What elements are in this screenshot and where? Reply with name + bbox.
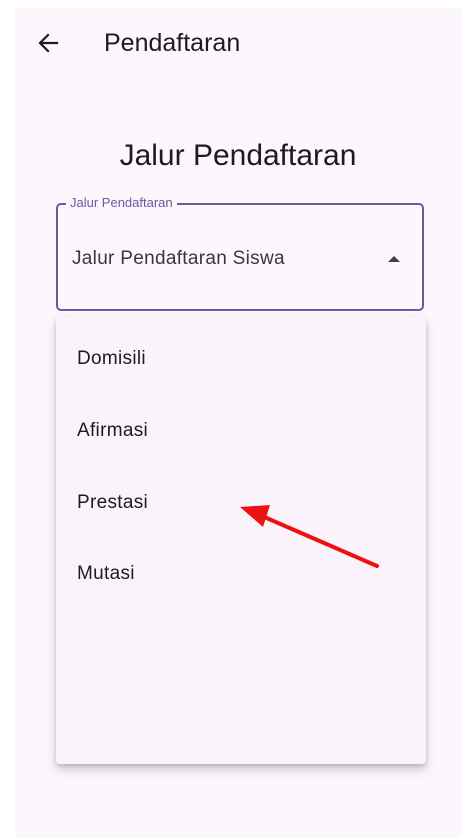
menu-item-label: Prestasi — [77, 492, 149, 513]
caret-up-icon — [388, 256, 400, 262]
menu-item-prestasi[interactable]: Prestasi — [56, 473, 426, 533]
back-button[interactable] — [33, 28, 63, 58]
menu-item-afirmasi[interactable]: Afirmasi — [56, 401, 426, 461]
arrow-left-icon — [38, 33, 59, 53]
dropdown-menu: Domisili Afirmasi Prestasi Mutasi — [56, 316, 426, 764]
app-screen: Pendaftaran Jalur Pendaftaran Jalur Pend… — [15, 8, 461, 838]
dropdown-label: Jalur Pendaftaran — [66, 195, 177, 211]
app-bar-title: Pendaftaran — [104, 29, 241, 57]
section-title: Jalur Pendaftaran — [119, 139, 357, 172]
menu-item-label: Domisili — [77, 348, 146, 369]
menu-item-mutasi[interactable]: Mutasi — [56, 544, 426, 604]
menu-item-domisili[interactable]: Domisili — [56, 329, 426, 389]
dropdown-selected-value: Jalur Pendaftaran Siswa — [72, 248, 285, 269]
app-bar: Pendaftaran — [15, 8, 461, 78]
menu-item-label: Mutasi — [77, 563, 135, 584]
menu-item-label: Afirmasi — [77, 420, 149, 441]
jalur-pendaftaran-dropdown[interactable]: Jalur Pendaftaran Jalur Pendaftaran Sisw… — [56, 195, 424, 311]
